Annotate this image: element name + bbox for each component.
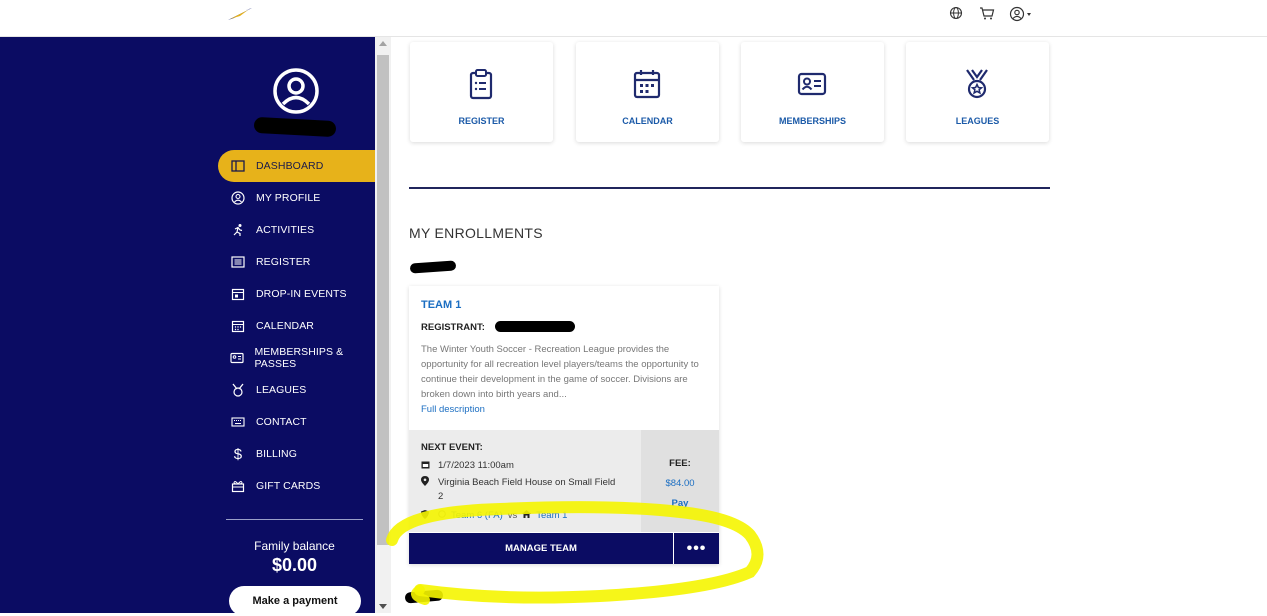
fee-pay-link[interactable]: Pay bbox=[641, 498, 719, 509]
family-balance-label: Family balance bbox=[254, 539, 335, 553]
event-date-row: 1/7/2023 11:00am bbox=[421, 460, 514, 471]
sidebar-item-label: REGISTER bbox=[256, 256, 311, 268]
list-icon bbox=[230, 254, 246, 270]
sidebar-item-activities[interactable]: ACTIVITIES bbox=[218, 214, 375, 246]
sidebar-item-label: CALENDAR bbox=[256, 320, 314, 332]
user-circle-icon bbox=[230, 190, 246, 206]
full-description-link[interactable]: Full description bbox=[421, 404, 485, 415]
scroll-down-arrow-icon[interactable] bbox=[379, 604, 387, 609]
enrollment-description: The Winter Youth Soccer - Recreation Lea… bbox=[421, 344, 699, 400]
redacted-name bbox=[253, 116, 337, 138]
sidebar-item-label: BILLING bbox=[256, 448, 297, 460]
sidebar-item-label: DASHBOARD bbox=[256, 160, 324, 172]
dollar-icon: $ bbox=[233, 445, 243, 463]
enrollment-card: TEAM 1 REGISTRANT: The Winter Youth Socc… bbox=[409, 286, 719, 564]
sidebar-item-my-profile[interactable]: MY PROFILE bbox=[218, 182, 375, 214]
id-card-icon bbox=[797, 68, 827, 100]
event-location-row: Virginia Beach Field House on Small Fiel… bbox=[421, 476, 636, 504]
keyboard-icon bbox=[230, 414, 246, 430]
cart-icon[interactable] bbox=[979, 6, 995, 22]
sidebar-item-contact[interactable]: CONTACT bbox=[218, 406, 375, 438]
redacted-registrant bbox=[495, 321, 575, 332]
calendar-icon bbox=[632, 68, 662, 100]
id-card-icon bbox=[230, 350, 244, 366]
medal-icon bbox=[962, 68, 992, 100]
calendar-icon bbox=[230, 318, 246, 334]
manage-team-button[interactable]: MANAGE TEAM bbox=[409, 533, 673, 564]
fee-panel: FEE: $84.00 Pay bbox=[641, 430, 719, 532]
sidebar-item-label: DROP-IN EVENTS bbox=[256, 288, 347, 300]
sidebar-item-label: MEMBERSHIPS & PASSES bbox=[254, 346, 344, 370]
tile-label: LEAGUES bbox=[955, 116, 1000, 126]
tile-calendar[interactable]: CALENDAR bbox=[576, 42, 719, 142]
enrollments-title: MY ENROLLMENTS bbox=[409, 225, 543, 241]
tile-memberships[interactable]: MEMBERSHIPS bbox=[741, 42, 884, 142]
next-event-panel: NEXT EVENT: 1/7/2023 11:00am Virginia Be… bbox=[409, 430, 641, 532]
event-date: 1/7/2023 11:00am bbox=[438, 460, 514, 471]
tile-register[interactable]: REGISTER bbox=[410, 42, 553, 142]
gift-icon bbox=[230, 478, 246, 494]
sidebar-item-label: GIFT CARDS bbox=[256, 480, 321, 492]
scroll-up-arrow-icon[interactable] bbox=[379, 41, 387, 46]
calendar-event-icon bbox=[230, 286, 246, 302]
next-event-label: NEXT EVENT: bbox=[421, 442, 483, 453]
redacted-participant bbox=[409, 260, 457, 274]
sidebar-item-label: ACTIVITIES bbox=[256, 224, 315, 236]
family-balance-value: $0.00 bbox=[271, 555, 318, 575]
shield-icon bbox=[421, 510, 431, 521]
tile-leagues[interactable]: LEAGUES bbox=[906, 42, 1049, 142]
section-divider bbox=[409, 187, 1050, 189]
sidebar-item-dashboard[interactable]: DASHBOARD bbox=[218, 150, 375, 182]
tile-label: REGISTER bbox=[458, 116, 505, 126]
vs-label: vs bbox=[507, 510, 518, 521]
user-menu-icon[interactable] bbox=[1009, 6, 1035, 22]
more-options-button[interactable]: ••• bbox=[674, 533, 719, 564]
tile-label: MEMBERSHIPS bbox=[778, 116, 846, 126]
home-team-link[interactable]: Team 1 bbox=[536, 510, 567, 521]
calendar-icon bbox=[421, 460, 431, 471]
home-icon bbox=[522, 510, 532, 521]
sidebar-item-leagues[interactable]: LEAGUES bbox=[218, 374, 375, 406]
runner-icon bbox=[230, 222, 246, 238]
main-scrollbar[interactable] bbox=[375, 37, 391, 613]
make-payment-button[interactable]: Make a payment bbox=[229, 586, 361, 616]
layout-icon bbox=[230, 158, 246, 174]
sidebar-item-register[interactable]: REGISTER bbox=[218, 246, 375, 278]
medal-icon bbox=[230, 382, 246, 398]
scroll-thumb[interactable] bbox=[377, 55, 389, 545]
top-bar bbox=[0, 0, 1267, 37]
event-location-line2: 2 bbox=[438, 491, 444, 502]
sidebar-item-gift-cards[interactable]: GIFT CARDS bbox=[218, 470, 375, 502]
wing-logo-icon[interactable] bbox=[226, 6, 254, 22]
team-name-link[interactable]: TEAM 1 bbox=[421, 299, 461, 311]
sidebar: DASHBOARD MY PROFILE ACTIVITIES REGISTER… bbox=[0, 37, 375, 616]
sidebar-item-calendar[interactable]: CALENDAR bbox=[218, 310, 375, 342]
map-pin-icon bbox=[421, 476, 431, 488]
matchup-row: Team 6 (FA) vs Team 1 bbox=[421, 510, 567, 521]
globe-icon[interactable] bbox=[949, 6, 965, 22]
registrant-label: REGISTRANT: bbox=[421, 322, 485, 333]
sidebar-nav: DASHBOARD MY PROFILE ACTIVITIES REGISTER… bbox=[218, 150, 375, 502]
sidebar-item-drop-in-events[interactable]: DROP-IN EVENTS bbox=[218, 278, 375, 310]
sidebar-item-label: CONTACT bbox=[256, 416, 307, 428]
clipboard-icon bbox=[466, 68, 496, 100]
redacted-next-participant bbox=[404, 589, 444, 604]
tile-label: CALENDAR bbox=[622, 116, 673, 126]
user-avatar-icon[interactable] bbox=[272, 67, 320, 115]
sidebar-item-memberships[interactable]: MEMBERSHIPS & PASSES bbox=[218, 342, 375, 374]
sidebar-item-billing[interactable]: $ BILLING bbox=[218, 438, 375, 470]
away-team-link[interactable]: Team 6 (FA) bbox=[451, 510, 503, 521]
sidebar-item-label: MY PROFILE bbox=[256, 192, 321, 204]
event-location-line1: Virginia Beach Field House on Small Fiel… bbox=[438, 477, 616, 488]
away-team-icon bbox=[438, 510, 446, 521]
sidebar-item-label: LEAGUES bbox=[256, 384, 307, 396]
fee-value: $84.00 bbox=[665, 478, 695, 489]
fee-label: FEE: bbox=[669, 458, 691, 469]
sidebar-divider bbox=[226, 519, 363, 520]
